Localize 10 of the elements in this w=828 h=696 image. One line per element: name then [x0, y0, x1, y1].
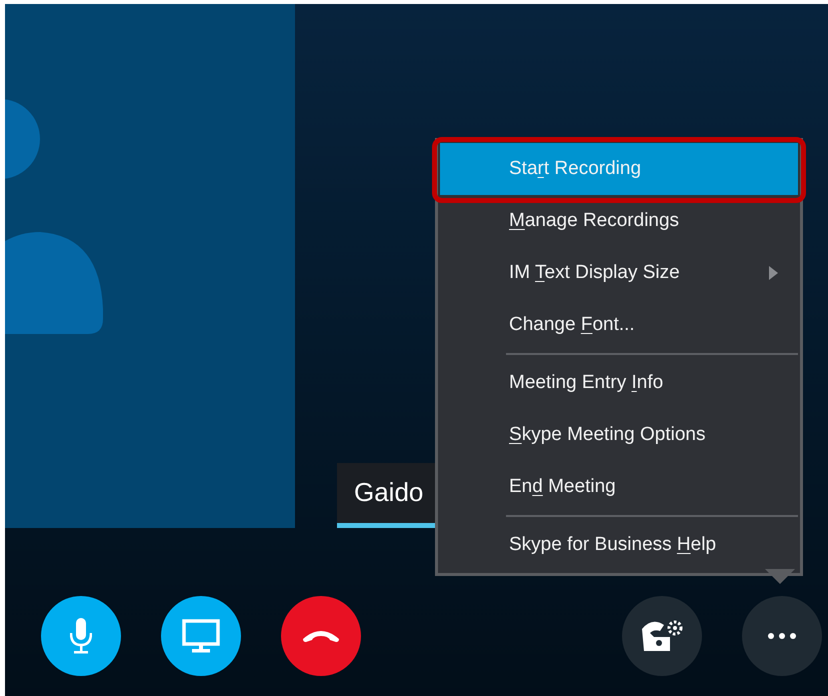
menu-item[interactable]: Skype Meeting Options: [440, 409, 798, 461]
menu-item[interactable]: Meeting Entry Info: [440, 357, 798, 409]
menu-item[interactable]: Manage Recordings: [440, 195, 798, 247]
more-icon: [768, 633, 796, 639]
menu-item[interactable]: IM Text Display Size: [440, 247, 798, 299]
phone-gear-icon: [640, 619, 684, 653]
microphone-icon: [70, 618, 92, 654]
monitor-icon: [182, 619, 220, 653]
menu-item[interactable]: Change Font...: [440, 299, 798, 351]
phone-handset-icon: [301, 629, 341, 643]
